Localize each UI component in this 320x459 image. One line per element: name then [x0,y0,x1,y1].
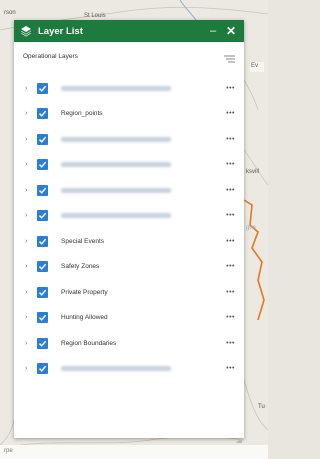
expand-icon[interactable]: › [25,136,27,143]
expand-icon[interactable]: › [25,314,27,321]
panel-header[interactable]: Layer List – ✕ [14,20,244,42]
layer-label [61,187,171,193]
more-options-icon[interactable]: ••• [226,110,235,117]
layer-label [61,162,171,167]
layer-checkbox[interactable] [37,286,48,298]
layer-row[interactable]: › ••• [14,208,244,224]
map-label: St Louis [84,13,106,19]
expand-icon[interactable]: › [25,212,27,219]
layer-row[interactable]: › Private Property ••• [14,284,244,300]
layer-row[interactable]: › ••• [14,157,244,173]
more-options-icon[interactable]: ••• [226,212,235,219]
layer-checkbox[interactable] [37,235,48,247]
more-options-icon[interactable]: ••• [226,187,235,194]
expand-icon[interactable]: › [25,365,27,372]
layer-checkbox[interactable] [37,261,48,272]
layer-row[interactable]: › Region_points ••• [14,106,244,122]
layer-row[interactable]: › ••• [14,80,244,96]
filter-icon[interactable] [224,51,235,63]
map-label: Tu [258,404,265,410]
map-label: gne [246,225,257,231]
panel-title: Layer List [38,25,83,37]
map-label: ksvill [246,169,259,175]
layer-label [61,85,171,91]
layer-checkbox[interactable] [37,82,48,94]
more-options-icon[interactable]: ••• [226,238,235,245]
layer-checkbox[interactable] [37,312,48,323]
layer-row[interactable]: › Hunting Allowed ••• [14,310,244,326]
layer-row[interactable]: › Region Boundaries ••• [14,335,244,351]
expand-icon[interactable]: › [25,340,27,347]
more-options-icon[interactable]: ••• [226,161,235,168]
layer-label [61,366,171,371]
layer-label: Safety Zones [61,263,100,270]
attribution-text: rpe [4,448,13,454]
more-options-icon[interactable]: ••• [226,365,235,372]
layer-row[interactable]: › ••• [14,131,244,147]
map-attribution: rpe [0,445,268,459]
layer-checkbox[interactable] [37,363,48,374]
layer-checkbox[interactable] [37,337,48,349]
expand-icon[interactable]: › [25,85,27,92]
more-options-icon[interactable]: ••• [226,136,235,143]
expand-icon[interactable]: › [25,238,27,245]
resize-handle[interactable] [236,430,242,443]
map-label: rson [4,10,16,16]
more-options-icon[interactable]: ••• [226,263,235,270]
expand-icon[interactable]: › [25,289,27,296]
layer-checkbox[interactable] [37,184,48,196]
layer-checkbox[interactable] [37,133,48,145]
more-options-icon[interactable]: ••• [226,314,235,321]
layers-icon [20,25,32,37]
section-header: Operational Layers [14,42,244,70]
layer-label: Region Boundaries [61,339,117,347]
layer-checkbox[interactable] [37,159,48,170]
layer-label: Region_points [61,110,103,117]
more-options-icon[interactable]: ••• [226,340,235,347]
layer-label [61,213,171,218]
route-line [243,199,265,321]
more-options-icon[interactable]: ••• [226,85,235,92]
layer-row[interactable]: › Special Events ••• [14,233,244,249]
layer-list-panel: Layer List – ✕ Operational Layers › ••• › R… [14,20,244,443]
layer-row[interactable]: › ••• [14,361,244,377]
close-button[interactable]: ✕ [224,25,238,37]
layer-checkbox[interactable] [37,108,48,119]
layer-label: Private Property [61,288,108,296]
minimize-button[interactable]: – [206,25,220,37]
expand-icon[interactable]: › [25,187,27,194]
map-label: Ev [251,63,259,69]
layer-row[interactable]: › ••• [14,182,244,198]
layer-label: Hunting Allowed [61,314,108,321]
layer-row[interactable]: › Safety Zones ••• [14,259,244,275]
expand-icon[interactable]: › [25,161,27,168]
layer-label [61,136,171,142]
more-options-icon[interactable]: ••• [226,289,235,296]
expand-icon[interactable]: › [25,110,27,117]
section-title: Operational Layers [23,53,78,60]
layer-checkbox[interactable] [37,210,48,221]
layer-label: Special Events [61,237,104,245]
expand-icon[interactable]: › [25,263,27,270]
